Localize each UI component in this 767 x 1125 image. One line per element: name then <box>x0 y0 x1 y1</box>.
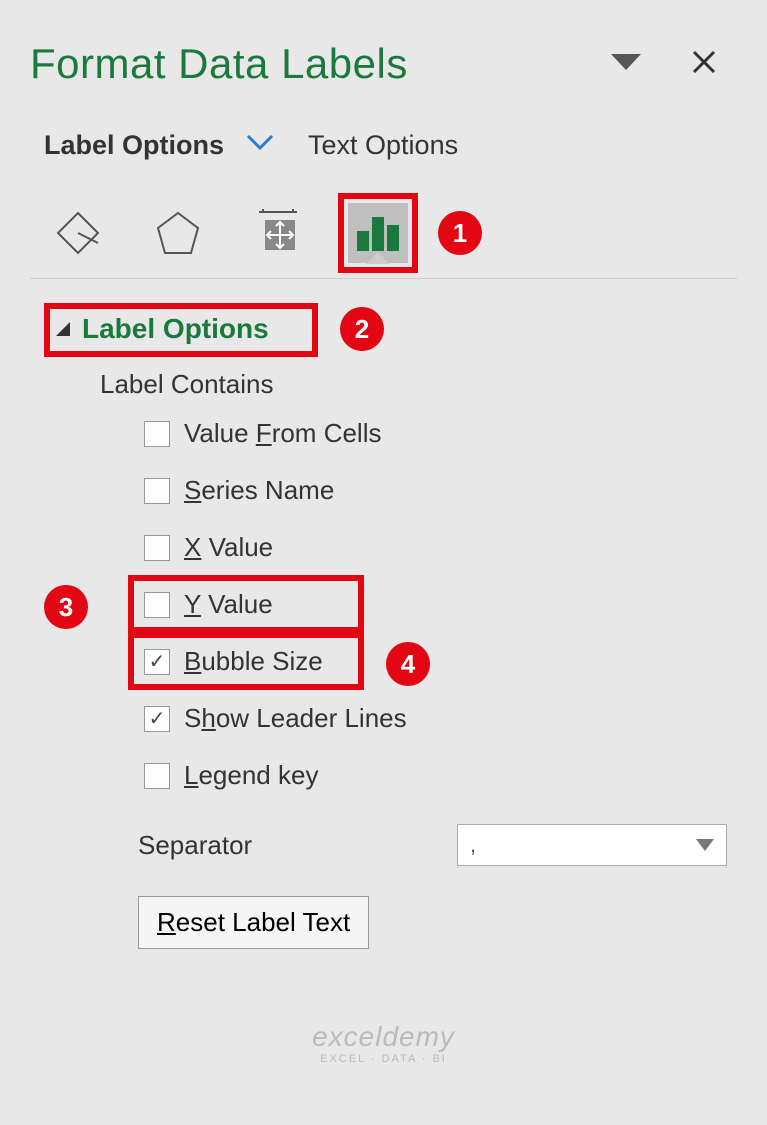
check-label: X Value <box>184 532 273 563</box>
check-show-leader-lines[interactable]: ✓ Show Leader Lines <box>138 695 737 742</box>
close-icon[interactable] <box>691 49 717 80</box>
icon-tabs: 1 <box>30 193 737 279</box>
watermark: exceldemy EXCEL · DATA · BI <box>312 1022 455 1065</box>
separator-label: Separator <box>138 830 252 861</box>
checkbox-icon[interactable] <box>144 535 170 561</box>
tab-label-options[interactable]: Label Options <box>40 128 228 163</box>
chevron-down-icon <box>696 839 714 851</box>
badge-4: 4 <box>386 642 430 686</box>
panel-header: Format Data Labels <box>30 40 737 88</box>
label-options-icon[interactable] <box>348 203 408 263</box>
check-series-name[interactable]: Series Name <box>138 467 737 514</box>
label-contains-heading: Label Contains <box>100 369 737 400</box>
checkbox-icon[interactable]: ✓ <box>144 706 170 732</box>
section-label-options[interactable]: Label Options <box>48 309 737 349</box>
check-label: Show Leader Lines <box>184 703 407 734</box>
badge-1: 1 <box>438 211 482 255</box>
tab-text-options[interactable]: Text Options <box>304 128 462 163</box>
check-y-value[interactable]: Y Value <box>138 581 737 628</box>
badge-2: 2 <box>340 307 384 351</box>
check-value-from-cells[interactable]: Value From Cells <box>138 410 737 457</box>
reset-label-text-button[interactable]: Reset Label Text <box>138 896 369 949</box>
check-bubble-size[interactable]: ✓ Bubble Size <box>138 638 737 685</box>
separator-select[interactable]: , <box>457 824 727 866</box>
checkbox-icon[interactable] <box>144 763 170 789</box>
fill-line-icon[interactable] <box>48 203 108 263</box>
chevron-down-icon[interactable] <box>246 134 274 157</box>
tabs-row: Label Options Text Options <box>30 128 737 163</box>
check-legend-key[interactable]: Legend key <box>138 752 737 799</box>
dropdown-icon[interactable] <box>611 54 641 75</box>
check-label: Series Name <box>184 475 334 506</box>
panel-title: Format Data Labels <box>30 40 408 88</box>
checkbox-icon[interactable] <box>144 478 170 504</box>
size-properties-icon[interactable] <box>248 203 308 263</box>
checkbox-icon[interactable] <box>144 421 170 447</box>
check-label: Legend key <box>184 760 318 791</box>
effects-icon[interactable] <box>148 203 208 263</box>
separator-value: , <box>470 832 476 858</box>
check-label: Value From Cells <box>184 418 381 449</box>
badge-3: 3 <box>44 585 88 629</box>
check-x-value[interactable]: X Value <box>138 524 737 571</box>
separator-row: Separator , <box>138 824 727 866</box>
